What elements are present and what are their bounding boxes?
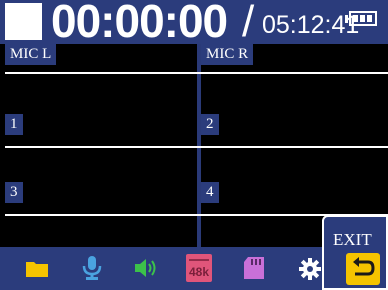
- gear-icon[interactable]: [298, 257, 322, 286]
- track-1[interactable]: 1: [5, 114, 202, 182]
- track-label: MIC R: [201, 44, 254, 65]
- track-label: 1: [5, 114, 23, 135]
- exit-button[interactable]: [346, 253, 380, 285]
- return-arrow-icon: [353, 257, 375, 276]
- track-mic-r[interactable]: MIC R: [201, 44, 388, 112]
- track-2[interactable]: 2: [201, 114, 388, 182]
- level-meter: [5, 72, 202, 74]
- speaker-icon[interactable]: [133, 257, 159, 284]
- battery-full-icon: [345, 11, 377, 26]
- microphone-icon[interactable]: [81, 255, 103, 286]
- level-meter: [201, 72, 388, 74]
- sd-card-icon[interactable]: [243, 256, 265, 285]
- track-label: 3: [5, 182, 23, 203]
- level-meter: [5, 146, 202, 148]
- track-3[interactable]: 3: [5, 182, 202, 250]
- track-label: MIC L: [5, 44, 57, 65]
- folder-icon[interactable]: [25, 258, 49, 283]
- track-mic-l[interactable]: MIC L: [5, 44, 202, 112]
- track-label: 4: [201, 182, 219, 203]
- sample-rate-text: 48k: [189, 265, 209, 279]
- time-separator: /: [242, 0, 255, 46]
- track-label: 2: [201, 114, 219, 135]
- level-meter: [5, 214, 202, 216]
- sample-rate-48k-icon[interactable]: 48k: [186, 254, 212, 287]
- level-meter: [201, 146, 388, 148]
- elapsed-time: 00:00:00: [51, 0, 228, 47]
- stop-icon: [5, 3, 42, 40]
- exit-label: EXIT: [333, 230, 372, 249]
- status-bar: 00:00:00 / 05:12:41: [0, 0, 388, 47]
